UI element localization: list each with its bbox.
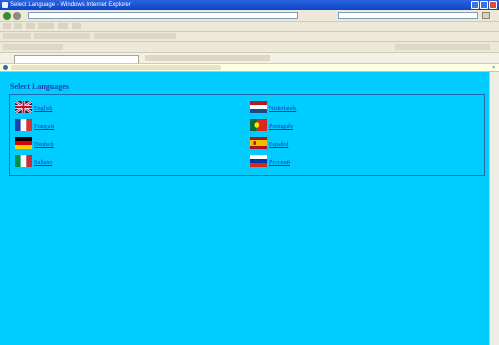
language-panel: English Français Deutsch Italiano Nederl… [9,94,485,176]
portugal-flag-icon [250,119,267,131]
links-bar [0,42,499,53]
netherlands-flag-icon [250,101,267,113]
language-label: Italiano [34,160,53,166]
suggested-sites-link[interactable] [34,33,90,39]
france-flag-icon [15,119,32,131]
tab-bar [0,53,499,64]
web-slice-gallery-link[interactable] [94,33,176,39]
forward-icon[interactable] [13,12,21,20]
menu-favorites[interactable] [38,23,54,29]
vertical-scrollbar[interactable] [489,72,499,345]
spain-flag-icon [250,137,267,149]
menu-edit[interactable] [14,23,22,29]
address-input[interactable] [28,12,298,19]
favorites-bar [0,32,499,42]
close-icon[interactable]: × [492,64,495,72]
uk-flag-icon [15,101,32,113]
ie-icon [2,2,8,8]
information-bar-message [11,65,221,70]
maximize-icon[interactable] [480,1,488,9]
menu-bar [0,22,499,32]
menu-help[interactable] [72,23,81,29]
menu-view[interactable] [26,23,35,29]
title-bar: Select Language - Windows Internet Explo… [0,0,499,10]
language-label: Русский [269,160,290,166]
page-title: Select Languages [10,82,69,91]
browser-window: Select Language - Windows Internet Explo… [0,0,499,345]
russia-flag-icon [250,155,267,167]
back-icon[interactable] [3,12,11,20]
menu-file[interactable] [3,23,11,29]
language-label: Deutsch [34,142,54,148]
minimize-icon[interactable] [471,1,479,9]
tab-select-language[interactable] [14,55,139,63]
address-bar-row [0,10,499,22]
language-label: Español [269,142,289,148]
tab-strip-extras[interactable] [145,55,270,61]
language-label: Nederlands [269,106,297,112]
language-label: Français [34,124,55,130]
information-bar[interactable]: × [0,64,499,72]
page-content: Select Languages English Français Deutsc… [0,72,489,345]
germany-flag-icon [15,137,32,149]
search-input[interactable] [338,12,478,19]
favorites-button[interactable] [3,33,31,39]
menu-tools[interactable] [58,23,68,29]
italy-flag-icon [15,155,32,167]
window-controls [471,1,497,9]
language-label: English [34,106,53,112]
links-label[interactable] [3,44,63,50]
info-icon [3,65,8,70]
language-label: Português [269,124,293,130]
window-title: Select Language - Windows Internet Explo… [10,2,131,8]
search-icon[interactable] [482,12,490,19]
close-icon[interactable] [489,1,497,9]
command-bar[interactable] [395,44,490,50]
